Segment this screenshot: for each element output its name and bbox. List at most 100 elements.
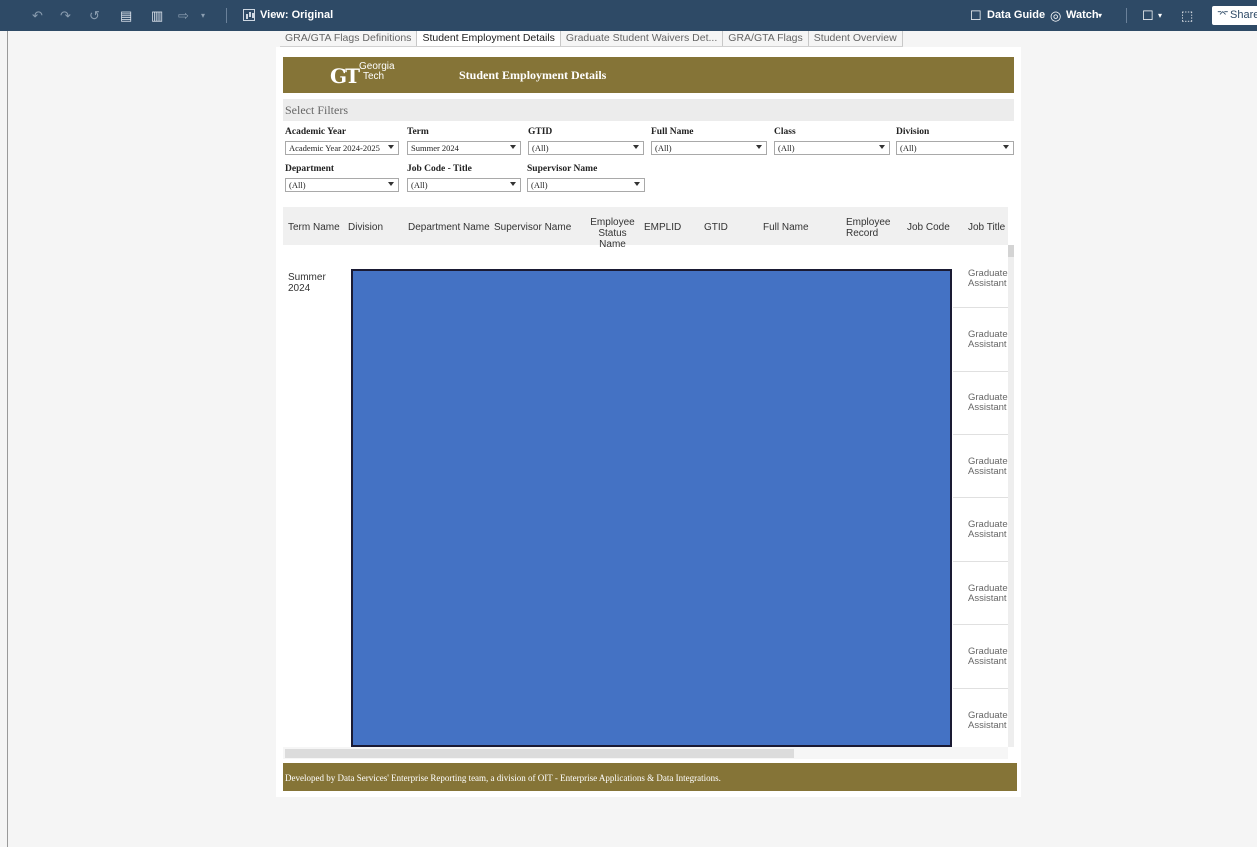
undo-icon[interactable]: ↶	[32, 7, 43, 24]
view-label[interactable]: View: Original	[260, 9, 333, 21]
logo-line-2: Tech	[363, 71, 385, 82]
scrollbar-thumb[interactable]	[285, 749, 794, 758]
chevron-down-icon[interactable]: ▾	[1098, 7, 1102, 24]
tab-gra-gta-flags-definitions[interactable]: GRA/GTA Flags Definitions	[280, 31, 418, 46]
column-header[interactable]: Term Name	[288, 222, 340, 233]
column-header[interactable]: Supervisor Name	[494, 222, 571, 233]
column-header[interactable]: Department Name	[408, 222, 490, 233]
view-icon	[243, 9, 255, 21]
table-cell-job-title: Graduate Assistant	[968, 711, 1008, 731]
job-title-text: Graduate Assistant	[968, 330, 1008, 350]
filter-class: Class (All)	[774, 127, 890, 155]
redaction-block	[351, 269, 952, 747]
column-header[interactable]: Division	[348, 222, 383, 233]
comment-icon[interactable]: ☐	[1142, 7, 1154, 24]
fullscreen-icon[interactable]: ⬚	[1181, 7, 1193, 24]
division-dropdown[interactable]: (All)	[896, 141, 1014, 155]
row-divider	[953, 624, 1008, 625]
data-guide-button[interactable]: Data Guide	[987, 9, 1045, 21]
table-header: Term Name Division Department Name Super…	[283, 207, 1008, 250]
full-name-dropdown[interactable]: (All)	[651, 141, 767, 155]
filter-gtid: GTID (All)	[528, 127, 644, 155]
job-title-text: Graduate Assistant	[968, 269, 1008, 289]
academic-year-dropdown[interactable]: Academic Year 2024-2025	[285, 141, 399, 155]
refresh-data-icon[interactable]: ▤	[120, 7, 132, 24]
table-cell-job-title: Graduate Assistant	[968, 457, 1008, 477]
chevron-down-icon	[756, 145, 762, 149]
filter-division: Division (All)	[896, 127, 1014, 155]
dropdown-value: (All)	[655, 143, 672, 153]
department-dropdown[interactable]: (All)	[285, 178, 399, 192]
chevron-down-icon	[388, 145, 394, 149]
column-header[interactable]: GTID	[704, 222, 728, 233]
table-cell-job-title: Graduate Assistant	[968, 269, 1008, 289]
logo-wordmark: Georgia Tech	[359, 62, 395, 82]
tab-graduate-student-waivers[interactable]: Graduate Student Waivers Det...	[561, 31, 724, 46]
dropdown-value: Summer 2024	[411, 143, 459, 153]
row-divider	[953, 307, 1008, 308]
dropdown-value: (All)	[289, 180, 306, 190]
term-dropdown[interactable]: Summer 2024	[407, 141, 521, 155]
filters-heading: Select Filters	[283, 99, 1014, 121]
row-divider	[953, 434, 1008, 435]
column-header[interactable]: Employee Record	[846, 217, 896, 239]
dropdown-value: (All)	[531, 180, 548, 190]
filter-job-code-title: Job Code - Title (All)	[407, 164, 521, 192]
filter-department: Department (All)	[285, 164, 399, 192]
filter-supervisor-name: Supervisor Name (All)	[527, 164, 645, 192]
filter-label: Department	[285, 164, 335, 174]
column-header[interactable]: Job Code	[907, 222, 950, 233]
chevron-down-icon[interactable]: ▾	[201, 7, 205, 24]
scrollbar-thumb[interactable]	[1008, 245, 1014, 257]
eye-icon: ◎	[1050, 7, 1062, 23]
gtid-dropdown[interactable]: (All)	[528, 141, 644, 155]
sheet-tabs: GRA/GTA Flags Definitions Student Employ…	[280, 31, 903, 47]
table-cell-job-title: Graduate Assistant	[968, 330, 1008, 350]
chevron-down-icon	[1003, 145, 1009, 149]
share-icon: ⌤	[1217, 9, 1229, 20]
table-cell-job-title: Graduate Assistant	[968, 520, 1008, 540]
tab-student-overview[interactable]: Student Overview	[809, 31, 903, 46]
employment-table: Term Name Division Department Name Super…	[283, 207, 1014, 759]
table-cell-job-title: Graduate Assistant	[968, 647, 1008, 667]
filter-term: Term Summer 2024	[407, 127, 521, 155]
horizontal-scrollbar[interactable]	[283, 747, 1008, 759]
chevron-down-icon	[633, 145, 639, 149]
supervisor-name-dropdown[interactable]: (All)	[527, 178, 645, 192]
job-code-title-dropdown[interactable]: (All)	[407, 178, 521, 192]
row-divider	[953, 371, 1008, 372]
column-header[interactable]: EMPLID	[644, 222, 681, 233]
column-header[interactable]: Job Title	[968, 222, 1008, 233]
share-button[interactable]: ⌤ Share	[1212, 6, 1257, 25]
redo-icon[interactable]: ↷	[60, 7, 71, 24]
chevron-down-icon	[510, 182, 516, 186]
table-cell-job-title: Graduate Assistant	[968, 584, 1008, 604]
tab-student-employment-details[interactable]: Student Employment Details	[417, 31, 561, 46]
chevron-down-icon[interactable]: ▾	[1158, 7, 1162, 24]
column-header[interactable]: Full Name	[763, 222, 809, 233]
watch-button[interactable]: Watch	[1066, 9, 1099, 21]
chevron-down-icon	[879, 145, 885, 149]
filter-label: Full Name	[651, 127, 694, 137]
toolbar-divider	[1126, 8, 1127, 23]
footer-banner: Developed by Data Services' Enterprise R…	[283, 763, 1017, 791]
chevron-down-icon	[510, 145, 516, 149]
job-title-text: Graduate Assistant	[968, 393, 1008, 413]
filter-label: GTID	[528, 127, 553, 137]
filter-label: Job Code - Title	[407, 164, 472, 174]
class-dropdown[interactable]: (All)	[774, 141, 890, 155]
filter-full-name: Full Name (All)	[651, 127, 767, 155]
page-title: Student Employment Details	[459, 68, 607, 82]
top-toolbar: ↶ ↷ ↺ ▤ ▥ ⇨ ▾ View: Original ☐ Data Guid…	[0, 0, 1257, 31]
pause-updates-icon[interactable]: ▥	[151, 7, 163, 24]
dropdown-value: (All)	[900, 143, 917, 153]
dropdown-value: (All)	[532, 143, 549, 153]
footer-text: Developed by Data Services' Enterprise R…	[285, 773, 721, 783]
tab-gra-gta-flags[interactable]: GRA/GTA Flags	[723, 31, 809, 46]
chevron-down-icon	[388, 182, 394, 186]
row-divider	[953, 688, 1008, 689]
vertical-scrollbar[interactable]	[1008, 245, 1014, 747]
replay-icon[interactable]: ⇨	[178, 7, 189, 24]
revert-icon[interactable]: ↺	[89, 7, 100, 24]
job-title-text: Graduate Assistant	[968, 647, 1008, 667]
